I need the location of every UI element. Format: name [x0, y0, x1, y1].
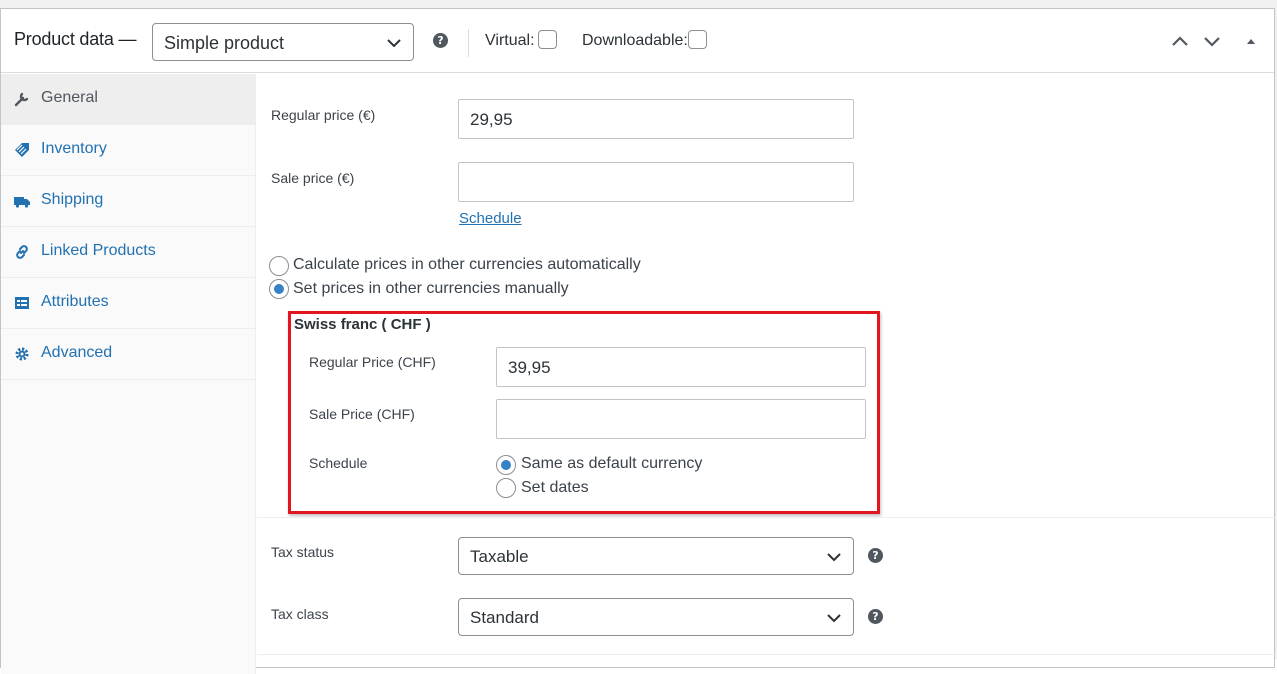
page: Product data — Simple product ? Virtual:…: [0, 0, 1277, 674]
move-up-icon[interactable]: [1170, 31, 1190, 51]
schedule-same-label: Same as default currency: [521, 455, 703, 472]
chf-regular-price-label: Regular Price (CHF): [309, 354, 436, 370]
collapse-toggle-icon[interactable]: [1241, 31, 1261, 51]
chf-regular-price-input[interactable]: 39,95: [496, 347, 866, 387]
tab-shipping-label: Shipping: [41, 191, 104, 208]
tab-inventory[interactable]: Inventory: [1, 125, 255, 176]
schedule-dates-radio[interactable]: [496, 478, 516, 498]
sale-price-input[interactable]: [458, 162, 854, 202]
tax-class-value: Standard: [470, 608, 539, 627]
product-type-value: Simple product: [164, 33, 285, 53]
tab-general-label: General: [41, 89, 98, 106]
chevron-down-icon: [387, 39, 401, 48]
link-icon: [16, 245, 28, 259]
currency-manual-radio[interactable]: [269, 279, 289, 299]
chevron-down-icon: [827, 553, 841, 562]
tab-advanced-label: Advanced: [41, 344, 113, 361]
list-card-icon: [15, 297, 29, 309]
tax-class-select[interactable]: Standard: [458, 598, 854, 636]
tax-class-help-icon[interactable]: ?: [868, 609, 883, 624]
move-down-icon[interactable]: [1202, 31, 1222, 51]
help-icon[interactable]: ?: [433, 33, 448, 48]
product-data-panel: Product data — Simple product ? Virtual:…: [0, 8, 1277, 674]
panel-header: Product data — Simple product ? Virtual:…: [1, 9, 1274, 73]
section-divider: [257, 654, 1277, 655]
virtual-checkbox[interactable]: [538, 30, 557, 49]
tax-class-label: Tax class: [271, 606, 329, 622]
schedule-same-radio[interactable]: [496, 455, 516, 475]
tag-icon: [15, 143, 29, 157]
tab-linked-products[interactable]: Linked Products: [1, 227, 255, 278]
product-type-select[interactable]: Simple product: [152, 23, 414, 61]
chf-sale-price-input[interactable]: [496, 399, 866, 439]
currency-auto-radio[interactable]: [269, 256, 289, 276]
tab-linked-products-label: Linked Products: [41, 242, 156, 259]
regular-price-input[interactable]: 29,95: [458, 99, 854, 139]
panel-title: Product data —: [14, 29, 137, 49]
chf-regular-price-value: 39,95: [508, 358, 551, 377]
tax-status-label: Tax status: [271, 544, 335, 560]
tab-attributes[interactable]: Attributes: [1, 278, 255, 329]
tab-attributes-label: Attributes: [41, 293, 109, 310]
tax-status-select[interactable]: Taxable: [458, 537, 854, 575]
chevron-down-icon: [827, 614, 841, 623]
regular-price-value: 29,95: [470, 110, 513, 129]
tab-advanced[interactable]: Advanced: [1, 329, 255, 380]
tab-inventory-label: Inventory: [41, 140, 107, 157]
downloadable-label: Downloadable:: [582, 32, 688, 49]
schedule-link[interactable]: Schedule: [459, 210, 522, 227]
gear-icon: [15, 347, 29, 361]
downloadable-checkbox[interactable]: [688, 30, 707, 49]
truck-icon: [14, 197, 30, 208]
chf-schedule-label: Schedule: [309, 455, 368, 471]
regular-price-label: Regular price (€): [271, 107, 376, 123]
currency-auto-label: Calculate prices in other currencies aut…: [293, 256, 641, 273]
sale-price-label: Sale price (€): [271, 170, 355, 186]
chf-sale-price-label: Sale Price (CHF): [309, 406, 415, 422]
tab-shipping[interactable]: Shipping: [1, 176, 255, 227]
wrench-icon: [14, 92, 29, 107]
currency-manual-label: Set prices in other currencies manually: [293, 280, 569, 297]
currency-block-title: Swiss franc ( CHF ): [294, 316, 431, 333]
section-divider: [257, 517, 1277, 518]
tab-general[interactable]: General: [1, 74, 255, 125]
virtual-label: Virtual:: [485, 32, 535, 49]
header-divider: [468, 29, 469, 57]
tax-status-value: Taxable: [470, 547, 529, 566]
product-data-tabs: General Inventory Shipping Linked Produc…: [1, 74, 256, 674]
tax-status-help-icon[interactable]: ?: [868, 548, 883, 563]
schedule-dates-label: Set dates: [521, 479, 589, 496]
